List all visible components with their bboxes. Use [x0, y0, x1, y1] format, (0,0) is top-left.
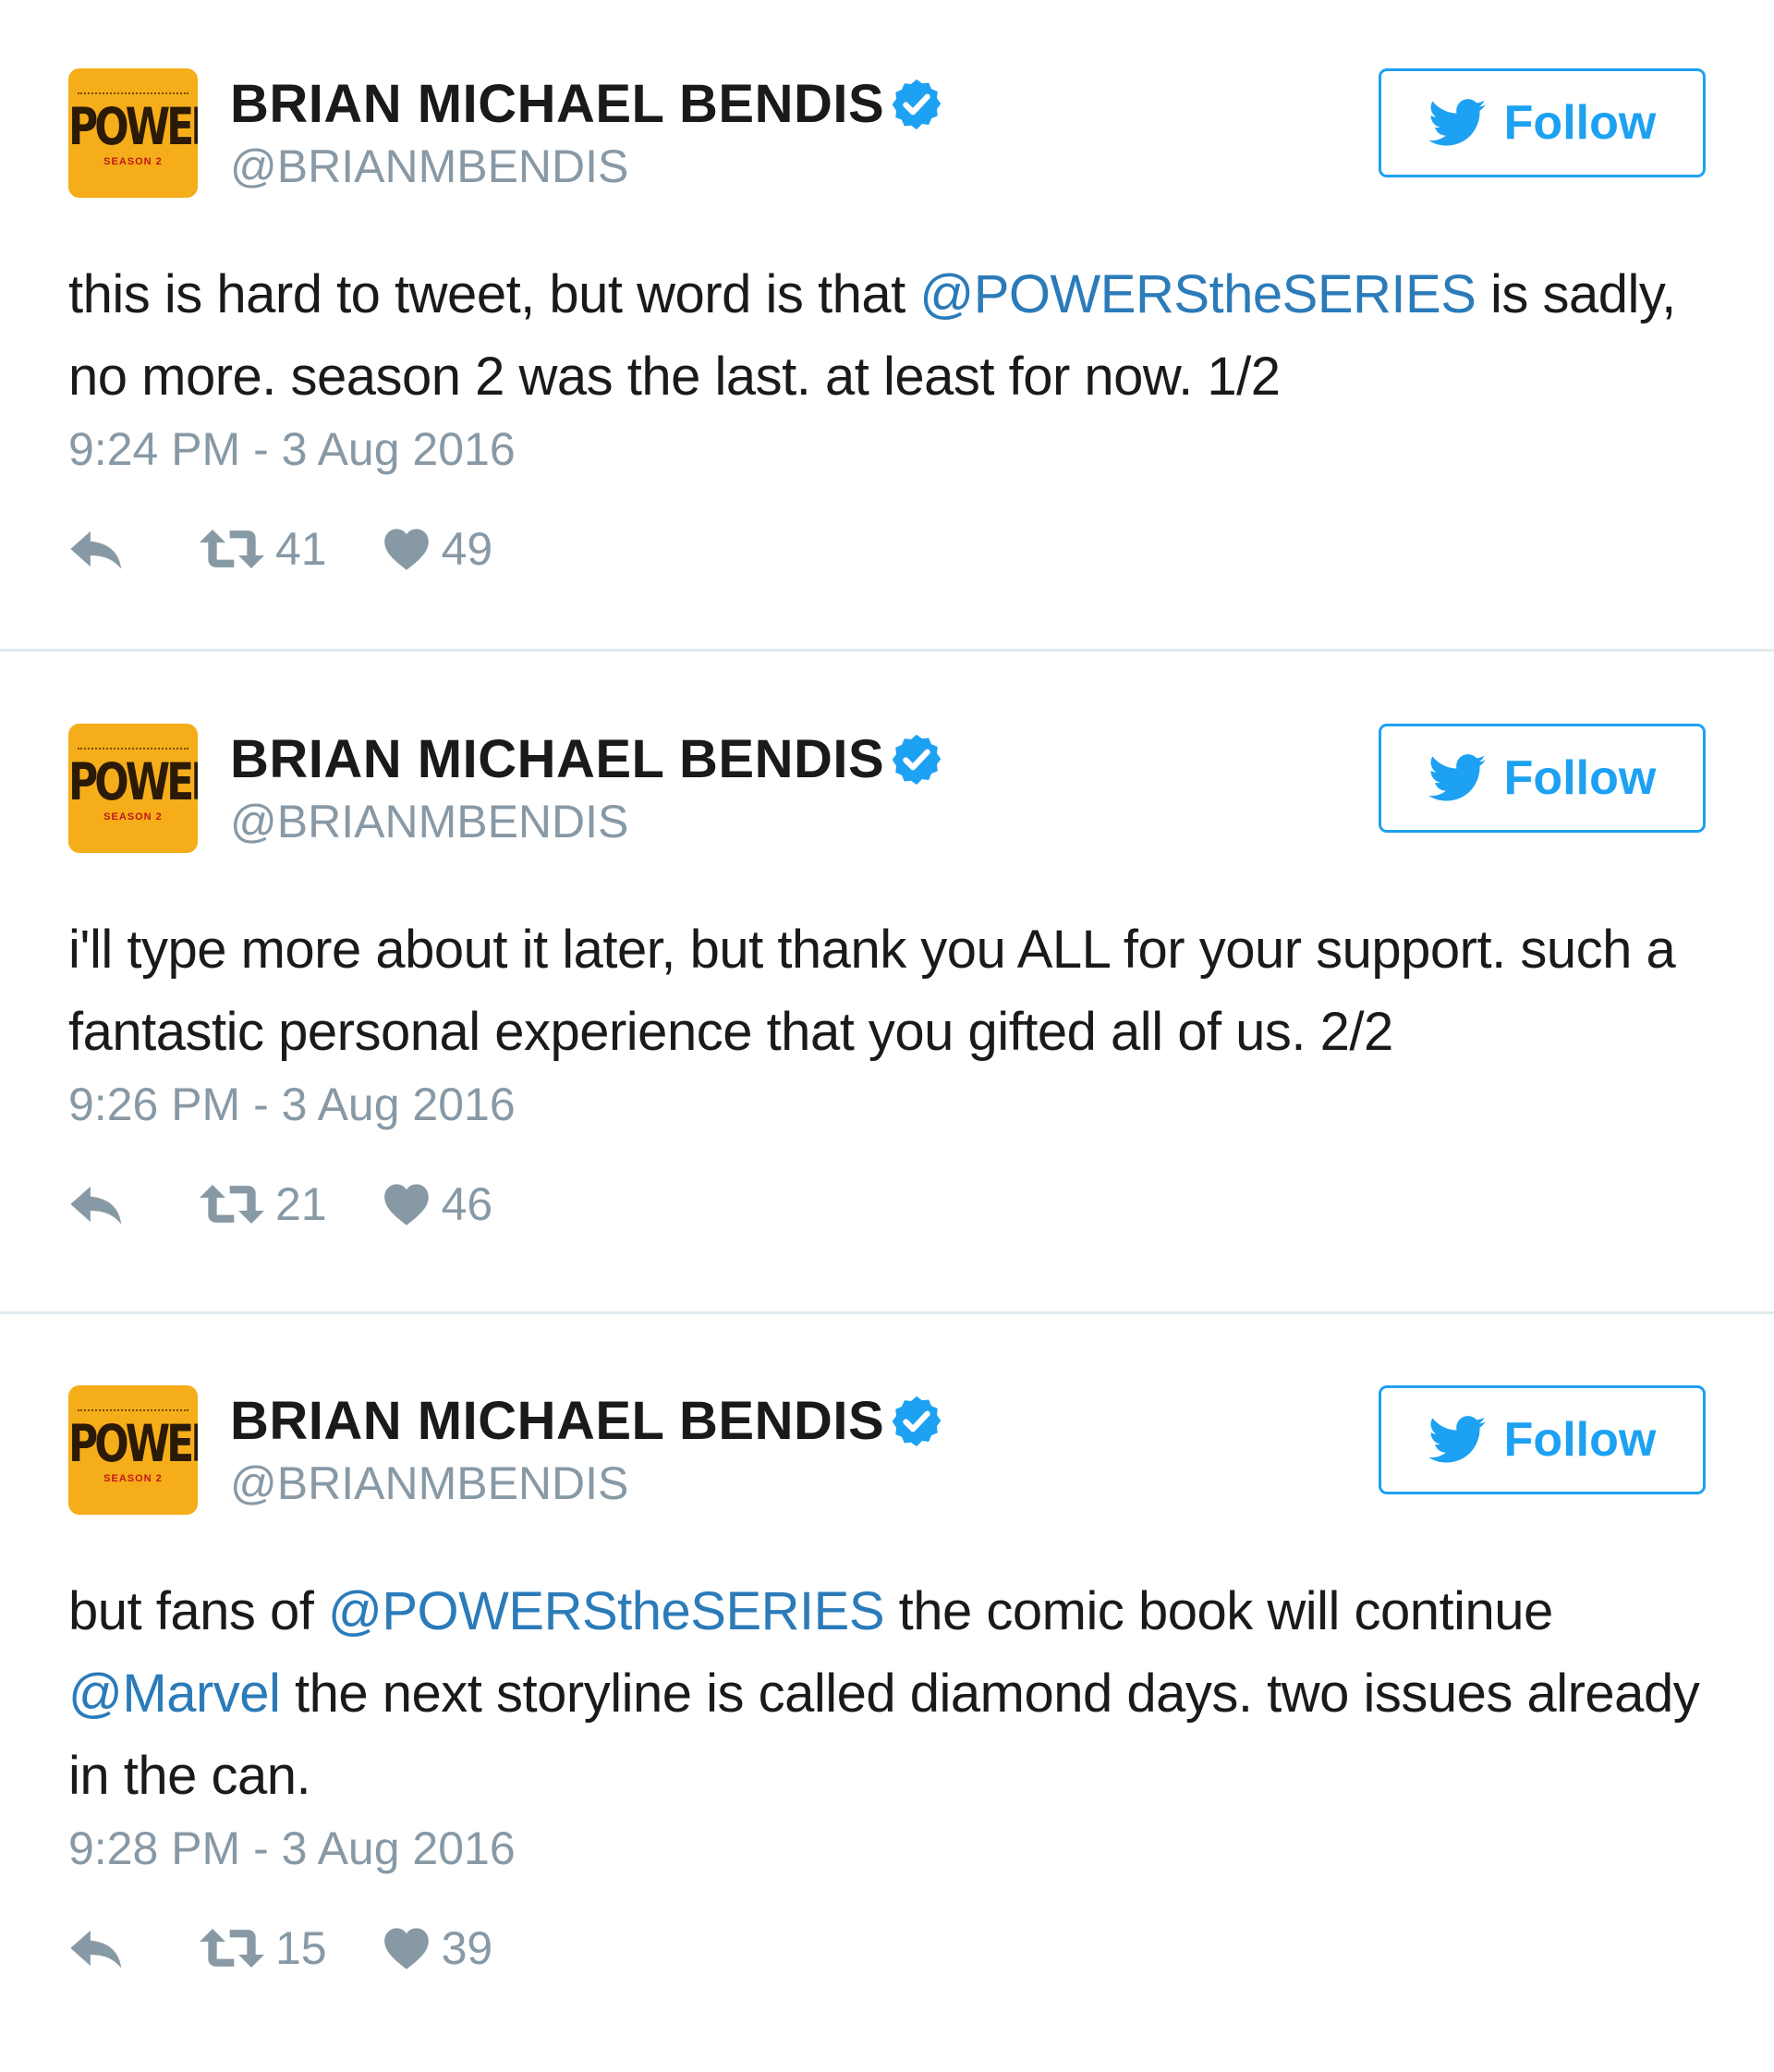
- author-name-text: BRIAN MICHAEL BENDIS: [230, 74, 885, 134]
- tweet-card: POWERS SEASON 2 BRIAN MICHAEL BENDIS @BR…: [0, 0, 1774, 652]
- tweet-text: this is hard to tweet, but word is that …: [68, 253, 1706, 418]
- author-handle[interactable]: @BRIANMBENDIS: [230, 139, 945, 194]
- reply-icon: [70, 530, 122, 569]
- avatar[interactable]: POWERS SEASON 2: [68, 68, 198, 198]
- twitter-bird-icon: [1428, 1416, 1486, 1463]
- reply-icon: [70, 1186, 122, 1225]
- author-name-text: BRIAN MICHAEL BENDIS: [230, 729, 885, 789]
- reply-button[interactable]: [68, 1926, 126, 1970]
- author-name[interactable]: BRIAN MICHAEL BENDIS: [230, 74, 945, 135]
- retweet-icon: [200, 530, 264, 568]
- verified-badge-icon: [892, 79, 942, 130]
- author-info: BRIAN MICHAEL BENDIS @BRIANMBENDIS: [230, 74, 945, 194]
- retweet-count: 41: [275, 523, 327, 575]
- avatar-logo-subtext: SEASON 2: [103, 1473, 163, 1484]
- verified-badge-icon: [892, 1396, 942, 1447]
- avatar-logo-subtext: SEASON 2: [103, 156, 163, 167]
- twitter-bird-icon: [1428, 754, 1486, 801]
- tweet-text-segment: the next storyline is called diamond day…: [68, 1664, 1700, 1806]
- retweet-icon: [200, 1185, 264, 1224]
- tweet-timestamp[interactable]: 9:24 PM - 3 Aug 2016: [68, 421, 1706, 477]
- like-button[interactable]: 39: [383, 1921, 493, 1975]
- mention-link[interactable]: @POWERStheSERIES: [328, 1581, 885, 1641]
- avatar[interactable]: POWERS SEASON 2: [68, 724, 198, 853]
- author-info: BRIAN MICHAEL BENDIS @BRIANMBENDIS: [230, 729, 945, 849]
- mention-link[interactable]: @Marvel: [68, 1664, 281, 1724]
- tweet-timestamp[interactable]: 9:28 PM - 3 Aug 2016: [68, 1821, 1706, 1876]
- heart-icon: [383, 1928, 429, 1969]
- tweet-card: POWERS SEASON 2 BRIAN MICHAEL BENDIS @BR…: [0, 1314, 1774, 2072]
- tweet-text: i'll type more about it later, but thank…: [68, 908, 1706, 1073]
- verified-badge-icon: [892, 734, 942, 786]
- author-info: BRIAN MICHAEL BENDIS @BRIANMBENDIS: [230, 1391, 945, 1511]
- tweet-text: but fans of @POWERStheSERIES the comic b…: [68, 1570, 1706, 1817]
- tweet-header: POWERS SEASON 2 BRIAN MICHAEL BENDIS @BR…: [68, 1385, 1706, 1515]
- author-name[interactable]: BRIAN MICHAEL BENDIS: [230, 1391, 945, 1452]
- tweet-header: POWERS SEASON 2 BRIAN MICHAEL BENDIS @BR…: [68, 68, 1706, 198]
- tweet-card: POWERS SEASON 2 BRIAN MICHAEL BENDIS @BR…: [0, 652, 1774, 1314]
- like-count: 46: [441, 1178, 493, 1230]
- tweet-feed: POWERS SEASON 2 BRIAN MICHAEL BENDIS @BR…: [0, 0, 1774, 2072]
- author-name-text: BRIAN MICHAEL BENDIS: [230, 1391, 885, 1451]
- like-count: 39: [441, 1922, 493, 1974]
- tweet-timestamp[interactable]: 9:26 PM - 3 Aug 2016: [68, 1077, 1706, 1132]
- retweet-button[interactable]: 21: [200, 1177, 327, 1231]
- like-count: 49: [441, 523, 493, 575]
- tweet-actions: 21 46: [68, 1176, 1706, 1232]
- retweet-icon: [200, 1929, 264, 1968]
- like-button[interactable]: 49: [383, 522, 493, 576]
- follow-button-label: Follow: [1503, 751, 1657, 805]
- tweet-text-segment: i'll type more about it later, but thank…: [68, 920, 1676, 1062]
- follow-button-label: Follow: [1503, 1413, 1657, 1467]
- avatar-logo-text: POWERS: [68, 98, 198, 157]
- avatar-logo-text: POWERS: [68, 1415, 198, 1474]
- retweet-button[interactable]: 41: [200, 522, 327, 576]
- tweet-actions: 41 49: [68, 521, 1706, 577]
- like-button[interactable]: 46: [383, 1177, 493, 1231]
- author-handle[interactable]: @BRIANMBENDIS: [230, 1456, 945, 1511]
- author-handle[interactable]: @BRIANMBENDIS: [230, 794, 945, 849]
- tweet-header: POWERS SEASON 2 BRIAN MICHAEL BENDIS @BR…: [68, 724, 1706, 853]
- follow-button-label: Follow: [1503, 96, 1657, 150]
- tweet-text-segment: this is hard to tweet, but word is that: [68, 264, 920, 324]
- reply-icon: [70, 1930, 122, 1968]
- follow-button[interactable]: Follow: [1379, 724, 1706, 833]
- mention-link[interactable]: @POWERStheSERIES: [919, 264, 1476, 324]
- avatar-logo-text: POWERS: [68, 753, 198, 812]
- author-name[interactable]: BRIAN MICHAEL BENDIS: [230, 729, 945, 790]
- reply-button[interactable]: [68, 527, 126, 571]
- retweet-count: 15: [275, 1922, 327, 1974]
- tweet-text-segment: the comic book will continue: [884, 1581, 1554, 1641]
- tweet-actions: 15 39: [68, 1920, 1706, 1976]
- heart-icon: [383, 529, 429, 570]
- retweet-count: 21: [275, 1178, 327, 1230]
- retweet-button[interactable]: 15: [200, 1921, 327, 1975]
- twitter-bird-icon: [1428, 99, 1486, 146]
- follow-button[interactable]: Follow: [1379, 68, 1706, 177]
- avatar-logo-subtext: SEASON 2: [103, 811, 163, 823]
- reply-button[interactable]: [68, 1182, 126, 1226]
- follow-button[interactable]: Follow: [1379, 1385, 1706, 1494]
- heart-icon: [383, 1184, 429, 1225]
- tweet-text-segment: but fans of: [68, 1581, 328, 1641]
- avatar[interactable]: POWERS SEASON 2: [68, 1385, 198, 1515]
